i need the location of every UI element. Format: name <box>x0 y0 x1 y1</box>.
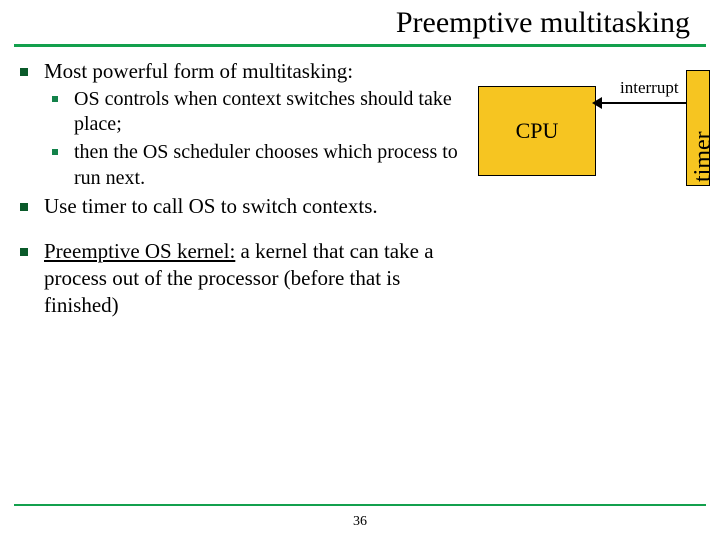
bullet-3: Preemptive OS kernel: a kernel that can … <box>14 238 464 319</box>
slide: Preemptive multitasking Most powerful fo… <box>0 0 720 540</box>
interrupt-arrow-line <box>598 102 686 104</box>
bullet-1-text: Most powerful form of multitasking: <box>44 59 353 83</box>
timer-label: timer <box>690 131 717 182</box>
cpu-box: CPU <box>478 86 596 176</box>
footer-rule <box>14 504 706 506</box>
bullet-1: Most powerful form of multitasking: OS c… <box>14 58 464 191</box>
bullet-3-term: Preemptive OS kernel: <box>44 239 235 263</box>
cpu-label: CPU <box>516 118 559 144</box>
body-text: Most powerful form of multitasking: OS c… <box>14 58 464 321</box>
bullet-1b: then the OS scheduler chooses which proc… <box>44 140 464 191</box>
title-rule <box>14 44 706 47</box>
page-number: 36 <box>0 514 720 530</box>
interrupt-label: interrupt <box>620 78 679 98</box>
slide-title: Preemptive multitasking <box>0 6 710 40</box>
bullet-1a: OS controls when context switches should… <box>44 87 464 138</box>
interrupt-arrow-head <box>592 97 602 109</box>
bullet-2: Use timer to call OS to switch contexts. <box>14 193 464 220</box>
